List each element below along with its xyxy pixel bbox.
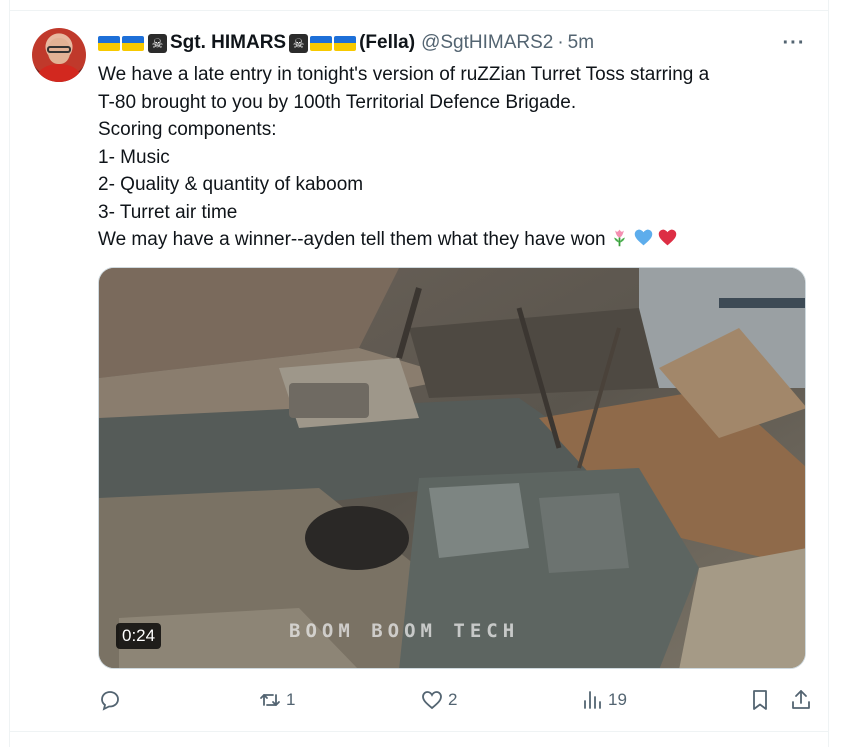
- share-icon: [792, 690, 810, 709]
- tweet-text-last-line: We may have a winner--ayden tell them wh…: [98, 226, 818, 254]
- tweet-text-line: We may have a winner--ayden tell them wh…: [98, 229, 606, 250]
- ukraine-flag-icon: [334, 35, 357, 51]
- more-icon[interactable]: ···: [780, 32, 808, 54]
- author-name-suffix: (Fella): [359, 32, 416, 53]
- share-button[interactable]: [789, 685, 813, 715]
- repost-icon: [260, 694, 280, 706]
- views-icon: [584, 691, 601, 709]
- bookmark-icon: [753, 690, 767, 710]
- skull-crossbones-icon: ☠: [148, 33, 167, 53]
- tweet-text-line: We have a late entry in tonight's versio…: [98, 64, 710, 85]
- ukraine-flag-icon: [310, 35, 333, 51]
- red-heart-icon: [658, 229, 676, 246]
- reply-button[interactable]: [98, 685, 126, 715]
- author-name[interactable]: ☠ Sgt. HIMARS ☠ (Fella): [98, 32, 416, 54]
- author-handle[interactable]: @SgtHIMARS2: [421, 32, 553, 54]
- ukraine-flag-icon: [98, 35, 120, 51]
- video-duration-badge: 0:24: [116, 623, 162, 649]
- blue-heart-icon: [634, 229, 652, 246]
- video-watermark: BOOM BOOM TECH: [289, 620, 520, 642]
- views-button[interactable]: 19: [580, 685, 627, 715]
- tweet-text-line: Scoring components:: [98, 119, 277, 140]
- tweet-text-line: 3- Turret air time: [98, 201, 238, 223]
- frame-right-border: [828, 0, 829, 747]
- ukraine-flag-icon: [122, 35, 144, 51]
- repost-button[interactable]: 1: [258, 685, 295, 715]
- tweet-text: We have a late entry in tonight's versio…: [98, 61, 818, 254]
- timestamp[interactable]: 5m: [568, 32, 594, 54]
- author-name-text: Sgt. HIMARS: [170, 32, 287, 53]
- avatar[interactable]: [32, 28, 86, 82]
- like-button[interactable]: 2: [420, 685, 457, 715]
- views-count: 19: [608, 690, 627, 709]
- tweet-text-line: T-80 brought to you by 100th Territorial…: [98, 91, 577, 113]
- skull-crossbones-icon: ☠: [289, 33, 309, 53]
- frame-bottom-border: [9, 731, 829, 732]
- separator-dot: ·: [557, 32, 564, 53]
- tweet[interactable]: ☠ Sgt. HIMARS ☠ (Fella) @SgtHIMARS2 · 5m…: [10, 11, 828, 731]
- video-frame-image: [99, 268, 805, 668]
- tulip-icon: [613, 229, 625, 247]
- tweet-actions: 1 2 19: [98, 685, 818, 715]
- avatar-glasses: [47, 46, 71, 53]
- like-count: 2: [448, 690, 458, 709]
- repost-count: 1: [286, 690, 296, 709]
- tweet-header: ☠ Sgt. HIMARS ☠ (Fella) @SgtHIMARS2 · 5m: [98, 31, 594, 55]
- tweet-text-line: 1- Music: [98, 146, 170, 168]
- like-icon: [422, 691, 442, 710]
- bookmark-button[interactable]: [748, 685, 772, 715]
- video-media[interactable]: 0:24 BOOM BOOM TECH: [98, 267, 806, 669]
- reply-icon: [101, 691, 119, 711]
- avatar-shirt: [38, 64, 80, 82]
- tweet-text-line: 2- Quality & quantity of kaboom: [98, 174, 364, 195]
